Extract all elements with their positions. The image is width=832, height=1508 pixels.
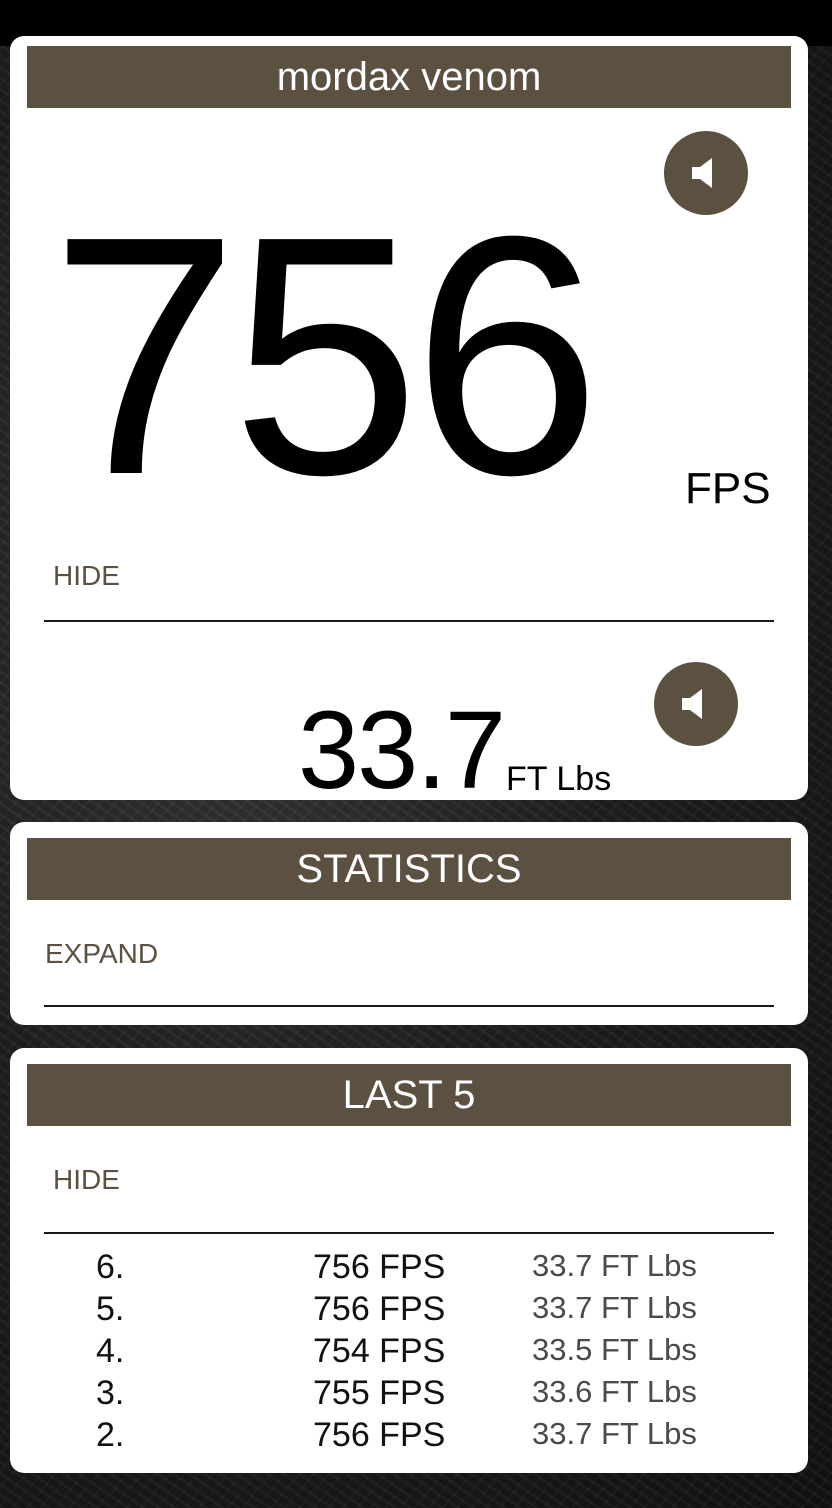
shot-energy: 33.7 FT Lbs xyxy=(532,1416,697,1451)
shot-energy: 33.6 FT Lbs xyxy=(532,1374,697,1409)
velocity-card: mordax venom 756 FPS HIDE 33.7 FT Lbs xyxy=(10,36,808,806)
last5-header: LAST 5 xyxy=(27,1064,791,1126)
shot-fps: 756 FPS xyxy=(313,1290,446,1328)
shot-number: 3. xyxy=(96,1374,125,1412)
shot-row: 3. 755 FPS 33.6 FT Lbs xyxy=(10,1374,808,1416)
energy-unit-label: FT Lbs xyxy=(506,760,612,798)
energy-sound-button[interactable] xyxy=(654,662,738,746)
shot-fps: 754 FPS xyxy=(313,1332,446,1370)
energy-readout: 33.7 xyxy=(298,689,506,812)
shot-number: 5. xyxy=(96,1290,125,1328)
shot-number: 2. xyxy=(96,1416,125,1454)
shot-row: 4. 754 FPS 33.5 FT Lbs xyxy=(10,1332,808,1374)
shot-row: 5. 756 FPS 33.7 FT Lbs xyxy=(10,1290,808,1332)
expand-statistics-button[interactable]: EXPAND xyxy=(45,938,158,970)
statistics-card: STATISTICS EXPAND xyxy=(10,822,808,1025)
shot-energy: 33.7 FT Lbs xyxy=(532,1248,697,1283)
speaker-icon xyxy=(692,158,712,188)
shot-number: 6. xyxy=(96,1248,125,1286)
shot-fps: 756 FPS xyxy=(313,1248,446,1286)
divider xyxy=(44,620,774,622)
gun-name-header: mordax venom xyxy=(27,46,791,108)
shot-row: 6. 756 FPS 33.7 FT Lbs xyxy=(10,1248,808,1290)
speaker-icon xyxy=(682,689,702,719)
divider xyxy=(44,1232,774,1234)
shot-fps: 755 FPS xyxy=(313,1374,446,1412)
shot-row: 2. 756 FPS 33.7 FT Lbs xyxy=(10,1416,808,1458)
shot-fps: 756 FPS xyxy=(313,1416,446,1454)
statistics-header: STATISTICS xyxy=(27,838,791,900)
shot-energy: 33.5 FT Lbs xyxy=(532,1332,697,1367)
last5-card: LAST 5 HIDE 6. 756 FPS 33.7 FT Lbs 5. 75… xyxy=(10,1048,808,1473)
fps-readout: 756 xyxy=(50,166,601,546)
shot-energy: 33.7 FT Lbs xyxy=(532,1290,697,1325)
shot-number: 4. xyxy=(96,1332,125,1370)
hide-last5-button[interactable]: HIDE xyxy=(53,1164,120,1196)
hide-velocity-button[interactable]: HIDE xyxy=(53,560,120,592)
divider xyxy=(44,1005,774,1007)
fps-unit-label: FPS xyxy=(685,464,771,513)
